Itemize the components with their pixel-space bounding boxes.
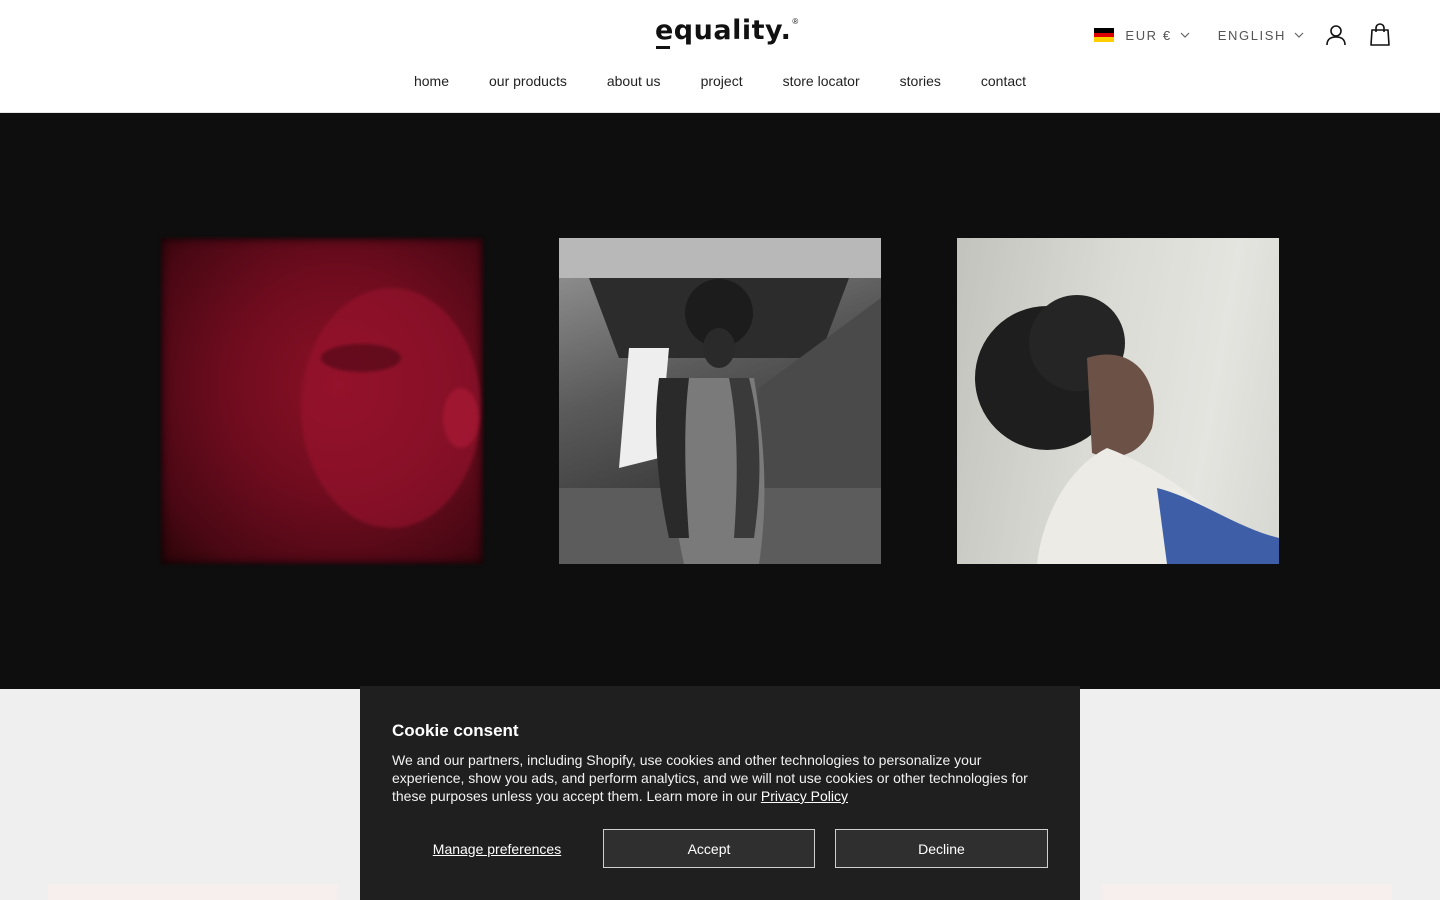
site-header: equality. ® EUR € ENGLISH home our produ… (0, 0, 1440, 113)
logo-underline (656, 46, 670, 49)
cookie-consent-banner: Cookie consent We and our partners, incl… (360, 686, 1080, 900)
cookie-title: Cookie consent (392, 721, 519, 740)
red-portrait-image[interactable] (161, 238, 483, 564)
brand-logo[interactable]: equality. ® (655, 14, 798, 54)
chevron-down-icon (1294, 32, 1304, 38)
hero-section (0, 113, 1440, 689)
nav-item-about-us[interactable]: about us (607, 72, 661, 90)
account-icon[interactable] (1324, 23, 1348, 47)
product-card[interactable] (1102, 884, 1392, 900)
cookie-body-text: We and our partners, including Shopify, … (392, 752, 1028, 804)
accept-button[interactable]: Accept (603, 829, 815, 868)
cookie-actions: Manage preferences Accept Decline (392, 829, 1048, 868)
nav-item-stories[interactable]: stories (900, 72, 941, 90)
portrait-by-window-image[interactable] (957, 238, 1279, 564)
nav-item-contact[interactable]: contact (981, 72, 1026, 90)
nav-item-our-products[interactable]: our products (489, 72, 567, 90)
header-utilities: EUR € ENGLISH (1094, 22, 1392, 48)
currency-label: EUR € (1125, 27, 1172, 43)
brand-name: equality. (655, 15, 792, 46)
manage-preferences-link[interactable]: Manage preferences (392, 841, 602, 857)
nav-item-home[interactable]: home (414, 72, 449, 90)
decline-button[interactable]: Decline (835, 829, 1048, 868)
black-white-portrait-image[interactable] (559, 238, 881, 564)
nav-item-project[interactable]: project (701, 72, 743, 90)
cart-icon[interactable] (1368, 23, 1392, 47)
registered-mark: ® (792, 17, 799, 26)
privacy-policy-link[interactable]: Privacy Policy (761, 788, 848, 804)
main-navigation: home our products about us project store… (0, 72, 1440, 90)
nav-item-store-locator[interactable]: store locator (783, 72, 860, 90)
product-card[interactable] (48, 884, 338, 900)
currency-selector[interactable]: EUR € (1094, 27, 1190, 43)
language-selector[interactable]: ENGLISH (1218, 28, 1304, 43)
germany-flag-icon (1094, 28, 1115, 43)
language-label: ENGLISH (1217, 27, 1286, 43)
chevron-down-icon (1180, 32, 1190, 38)
cookie-description: We and our partners, including Shopify, … (392, 751, 1048, 805)
